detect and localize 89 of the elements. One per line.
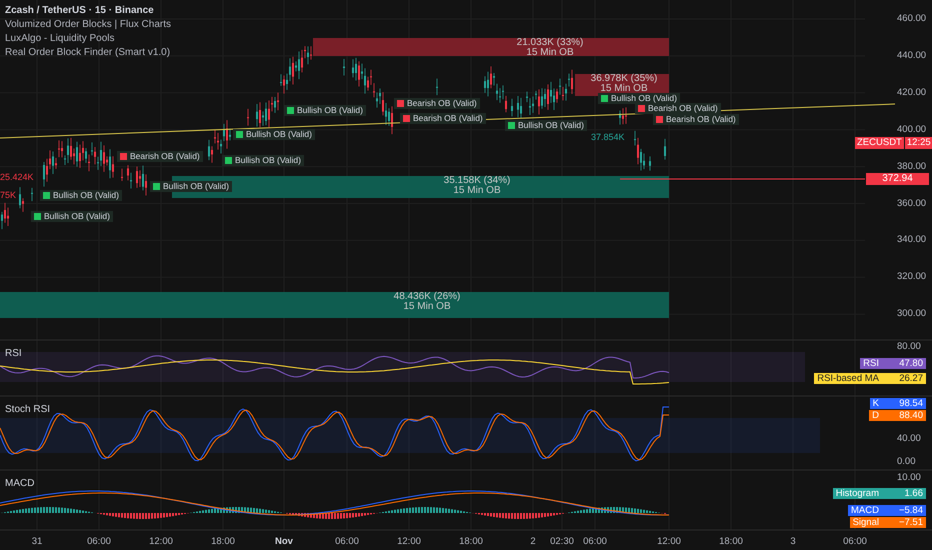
order-block-text: Bullish OB (Valid) — [44, 211, 110, 222]
time-axis-label: 18:00 — [211, 535, 235, 549]
indicator-axis-label: 10.00 — [897, 472, 921, 484]
time-axis-label: 18:00 — [459, 535, 483, 549]
price-axis-label: 380.00 — [897, 160, 926, 173]
zone-volume-label: 48.436K (26%) — [394, 292, 460, 302]
indicator-axis-label: 40.00 — [897, 433, 921, 445]
zone-timeframe-label: 15 Min OB — [600, 84, 648, 94]
time-axis-label: 18:00 — [719, 535, 743, 549]
order-block-text: Bearish OB (Valid) — [407, 98, 477, 109]
order-block-text: Bullish OB (Valid) — [297, 105, 363, 116]
zone-volume-label: 35.158K (34%) — [444, 176, 510, 186]
zone-timeframe-label: 15 Min OB — [403, 302, 451, 312]
square-icon — [153, 183, 160, 190]
time-axis-label: 3 — [790, 535, 796, 549]
indicator-value-tag: −7.51 — [882, 517, 926, 528]
square-icon — [120, 153, 127, 160]
indicator-value-tag: 1.66 — [882, 488, 926, 499]
price-axis-label: 340.00 — [897, 234, 926, 246]
indicator-name-tag: RSI — [860, 358, 882, 369]
pane-title: Stoch RSI — [5, 403, 50, 417]
time-axis-label: 06:00 — [87, 535, 111, 549]
indicator-value-tag: 98.54 — [882, 398, 926, 409]
price-axis-label: 440.00 — [897, 50, 926, 62]
price-axis-label: 460.00 — [897, 13, 926, 25]
square-icon — [403, 115, 410, 122]
time-axis-label: 12:00 — [149, 535, 173, 549]
order-block-text: Bearish OB (Valid) — [648, 103, 718, 114]
zone-volume-label: 36.978K (35%) — [590, 74, 658, 84]
square-icon — [43, 192, 50, 199]
time-axis-label: Nov — [275, 535, 293, 549]
indicator-axis-label: 0.00 — [897, 456, 916, 468]
last-price-tag: 372.94 — [866, 173, 929, 185]
square-icon — [397, 100, 404, 107]
price-axis-label: 360.00 — [897, 198, 926, 210]
order-block-text: Bullish OB (Valid) — [611, 93, 677, 104]
order-block-text: Bearish OB (Valid) — [413, 113, 483, 124]
indicator-title[interactable]: Real Order Block Finder (Smart v1.0) — [5, 46, 171, 60]
order-block-text: Bullish OB (Valid) — [163, 181, 229, 192]
zone-timeframe-label: 15 Min OB — [453, 186, 501, 196]
volume-label: 75K — [0, 189, 16, 202]
square-icon — [236, 131, 243, 138]
indicator-name-tag: Histogram — [832, 488, 882, 499]
indicator-name-tag: RSI-based MA — [814, 373, 882, 384]
square-icon — [656, 116, 663, 123]
order-block-text: Bullish OB (Valid) — [235, 155, 301, 166]
indicator-name-tag: MACD — [848, 505, 882, 516]
square-icon — [287, 107, 294, 114]
indicator-name-tag: Signal — [850, 517, 882, 528]
volume-label: 25.424K — [0, 171, 34, 184]
order-block-text: Bearish OB (Valid) — [666, 114, 736, 125]
volume-label: 37.854K — [591, 131, 625, 144]
symbol-tag: ZECUSDT — [855, 137, 904, 149]
square-icon — [638, 105, 645, 112]
time-axis-label: 31 — [32, 535, 42, 549]
indicator-value-tag: 88.40 — [882, 410, 926, 421]
price-axis-label: 420.00 — [897, 86, 926, 99]
order-block-text: Bullish OB (Valid) — [53, 190, 119, 201]
indicator-name-tag: K — [870, 398, 882, 409]
zone-volume-label: 21.033K (33%) — [516, 38, 584, 48]
time-axis-label: 12:00 — [657, 535, 681, 549]
order-block-text: Bearish OB (Valid) — [130, 151, 200, 162]
square-icon — [508, 122, 515, 129]
square-icon — [225, 157, 232, 164]
indicator-axis-label: 80.00 — [897, 341, 921, 353]
time-axis-label: 06:00 — [583, 535, 607, 549]
order-block-text: Bullish OB (Valid) — [246, 129, 312, 140]
square-icon — [601, 95, 608, 102]
indicator-value-tag: 26.27 — [882, 373, 926, 384]
time-axis-label: 06:00 — [843, 535, 867, 549]
indicator-title[interactable]: LuxAlgo - Liquidity Pools — [5, 32, 171, 46]
pane-title: RSI — [5, 347, 22, 361]
price-axis-label: 320.00 — [897, 271, 926, 284]
time-axis-label: 02:30 — [550, 535, 574, 549]
price-axis-label: 400.00 — [897, 124, 926, 136]
time-axis-label: 2 — [530, 535, 536, 549]
time-axis-label: 06:00 — [335, 535, 359, 549]
indicator-value-tag: −5.84 — [882, 505, 926, 516]
time-axis-label: 12:00 — [397, 535, 421, 549]
zone-timeframe-label: 15 Min OB — [526, 48, 574, 58]
indicator-title[interactable]: Volumized Order Blocks | Flux Charts — [5, 18, 171, 32]
order-block-text: Bullish OB (Valid) — [518, 120, 584, 131]
square-icon — [34, 213, 41, 220]
price-axis-label: 300.00 — [897, 308, 926, 320]
indicator-name-tag: D — [869, 410, 882, 421]
countdown-tag: 12:25 — [904, 137, 932, 149]
pane-title: MACD — [5, 477, 34, 491]
symbol-title: Zcash / TetherUS · 15 · Binance — [5, 4, 155, 18]
indicator-value-tag: 47.80 — [882, 358, 926, 369]
